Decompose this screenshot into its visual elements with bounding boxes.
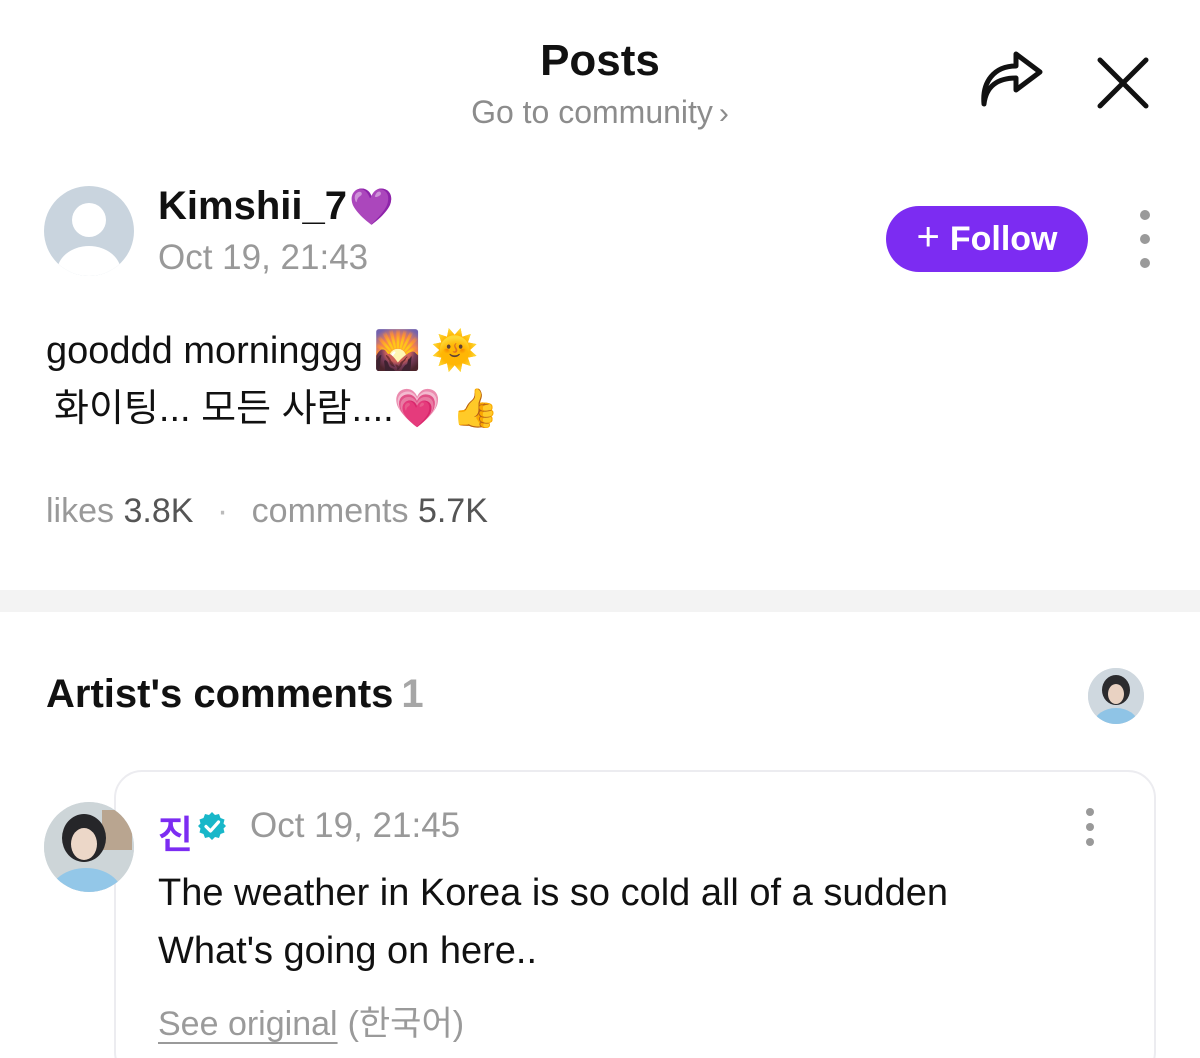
artist-comments-label: Artist's comments <box>46 672 394 716</box>
artist-photo-icon <box>1088 668 1144 724</box>
chevron-right-icon: › <box>718 97 729 130</box>
verified-badge-icon <box>196 810 228 842</box>
artist-avatar[interactable] <box>44 802 134 892</box>
share-button[interactable] <box>974 50 1046 114</box>
artist-comments-count: 1 <box>401 672 424 716</box>
purple-heart-emoji: 💜 <box>348 186 394 227</box>
post-timestamp: Oct 19, 21:43 <box>158 238 369 277</box>
more-dot <box>1086 838 1094 846</box>
more-options-button[interactable] <box>1130 210 1160 268</box>
artist-photo-icon <box>44 802 134 892</box>
comments-count: 5.7K <box>417 492 488 530</box>
post-body: gooddd morninggg 🌄 🌞 화이팅... 모든 사람....💗 👍 <box>46 322 746 438</box>
more-dot <box>1086 808 1094 816</box>
post-body-line: 화이팅... 모든 사람....💗 👍 <box>54 388 499 430</box>
artist-avatar-small[interactable] <box>1088 668 1144 724</box>
comment-text-line: What's going on here.. <box>158 930 538 972</box>
comment-more-options-button[interactable] <box>1082 808 1098 846</box>
more-dot <box>1140 258 1150 268</box>
author-avatar[interactable] <box>44 186 134 276</box>
section-divider <box>0 590 1200 612</box>
artist-comments-title: Artist's comments 1 <box>46 672 424 717</box>
likes-count: 3.8K <box>123 492 194 530</box>
more-dot <box>1140 210 1150 220</box>
likes-label: likes <box>46 492 115 530</box>
author-name[interactable]: Kimshii_7💜 <box>158 184 394 229</box>
stats-separator: · <box>216 492 229 530</box>
default-user-icon <box>57 203 121 276</box>
post-stats: likes 3.8K · comments 5.7K <box>46 492 488 531</box>
close-button[interactable] <box>1092 52 1154 114</box>
see-original-row: See original (한국어) <box>158 996 464 1045</box>
post-body-line: gooddd morninggg 🌄 🌞 <box>46 330 479 372</box>
author-username: Kimshii_7 <box>158 184 347 228</box>
comment-author-name[interactable]: 진 <box>158 804 193 859</box>
comment-timestamp: Oct 19, 21:45 <box>250 806 461 845</box>
comments-label: comments <box>251 492 409 530</box>
plus-icon: + <box>916 214 940 259</box>
comment-text-line: The weather in Korea is so cold all of a… <box>158 872 949 914</box>
community-link-label: Go to community <box>471 94 713 130</box>
follow-label: Follow <box>949 219 1058 258</box>
follow-button[interactable]: + Follow <box>886 206 1088 272</box>
post-detail-page: Posts Go to community › Kimshii_7💜 Oct 19… <box>0 0 1200 1058</box>
original-language-label: (한국어) <box>347 1005 465 1043</box>
header: Posts Go to community › <box>0 0 1200 150</box>
comment-text: The weather in Korea is so cold all of a… <box>158 864 1118 980</box>
more-dot <box>1140 234 1150 244</box>
see-original-link[interactable]: See original <box>158 1005 338 1043</box>
more-dot <box>1086 823 1094 831</box>
share-arrow-icon <box>981 51 1043 107</box>
close-icon <box>1097 57 1149 109</box>
